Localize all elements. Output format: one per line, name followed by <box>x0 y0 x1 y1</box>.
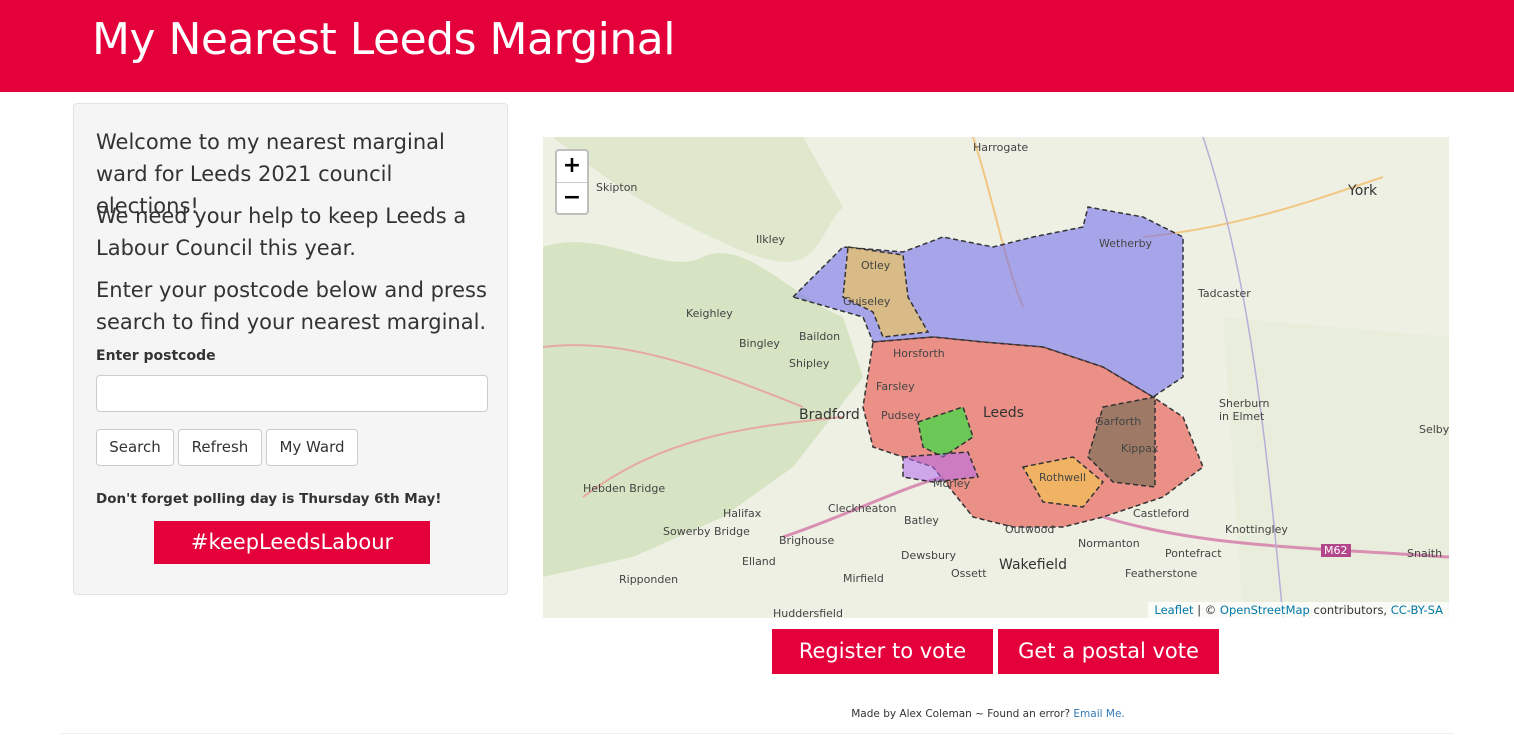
ward-map[interactable]: Harrogate Skipton York Ilkley Wetherby O… <box>543 137 1449 618</box>
instructions-text: Enter your postcode below and press sear… <box>96 278 487 334</box>
postcode-label: Enter postcode <box>96 348 216 364</box>
map-label: Bingley <box>739 337 780 350</box>
attribution-separator: | © <box>1193 603 1220 617</box>
map-label: Ripponden <box>619 573 679 586</box>
email-link[interactable]: Email Me. <box>1073 708 1124 720</box>
map-label: Featherstone <box>1125 567 1198 580</box>
polling-day-notice: Don't forget polling day is Thursday 6th… <box>96 491 442 507</box>
leaflet-link[interactable]: Leaflet <box>1154 603 1193 617</box>
map-label: Outwood <box>1005 523 1055 536</box>
search-panel: Welcome to my nearest marginal ward for … <box>73 103 508 595</box>
map-label: Pontefract <box>1165 547 1222 560</box>
map-label: Horsforth <box>893 347 945 360</box>
map-label: Otley <box>861 259 891 272</box>
footer: Made by Alex Coleman ~ Found an error? E… <box>0 708 1514 720</box>
search-button[interactable]: Search <box>96 429 174 466</box>
map-label: Huddersfield <box>773 607 843 618</box>
map-attribution: Leaflet | © OpenStreetMap contributors, … <box>1148 602 1449 618</box>
map-label: Bradford <box>799 407 860 423</box>
help-text: We need your help to keep Leeds a Labour… <box>96 204 467 260</box>
map-label: Wetherby <box>1099 237 1153 250</box>
footer-text: Made by Alex Coleman ~ Found an error? <box>851 708 1074 720</box>
map-label: Farsley <box>876 380 915 393</box>
map-label: Wakefield <box>999 557 1067 573</box>
postcode-input[interactable] <box>96 375 488 412</box>
map-label: Snaith <box>1407 547 1443 560</box>
zoom-out-button[interactable]: − <box>557 183 587 214</box>
vale-area <box>1223 317 1449 618</box>
map-label: M62 <box>1321 544 1351 557</box>
site-header: My Nearest Leeds Marginal <box>0 0 1514 92</box>
map-label: Selby <box>1419 423 1449 436</box>
map-label: Shipley <box>789 357 830 370</box>
footer-divider <box>60 733 1454 734</box>
map-label: Castleford <box>1133 507 1190 520</box>
map-label: Hebden Bridge <box>583 482 666 495</box>
zoom-in-button[interactable]: + <box>557 151 587 183</box>
map-label: Guiseley <box>843 295 891 308</box>
map-label: Morley <box>933 477 971 490</box>
map-label: Normanton <box>1078 537 1140 550</box>
map-label: Leeds <box>983 405 1024 421</box>
map-label: Knottingley <box>1225 523 1288 536</box>
map-label: Ilkley <box>756 233 786 246</box>
map-label: Halifax <box>723 507 762 520</box>
postal-vote-button[interactable]: Get a postal vote <box>998 629 1219 674</box>
map-label: Kippax <box>1121 442 1159 455</box>
refresh-button[interactable]: Refresh <box>178 429 262 466</box>
map-label: Ossett <box>951 567 987 580</box>
map-label: Garforth <box>1095 415 1142 428</box>
map-label: Brighouse <box>779 534 835 547</box>
map-label: Dewsbury <box>901 549 956 562</box>
page-title: My Nearest Leeds Marginal <box>92 14 675 65</box>
map-label: Keighley <box>686 307 733 320</box>
map-label: York <box>1348 183 1378 199</box>
map-label: Baildon <box>799 330 841 343</box>
map-label: Skipton <box>596 181 638 194</box>
my-ward-button[interactable]: My Ward <box>266 429 358 466</box>
map-label: Batley <box>904 514 939 527</box>
zoom-control: + − <box>555 149 589 215</box>
map-label: Elland <box>742 555 776 568</box>
map-label: Cleckheaton <box>828 502 897 515</box>
register-to-vote-button[interactable]: Register to vote <box>772 629 993 674</box>
attribution-contributors: contributors, <box>1309 603 1391 617</box>
map-label: Rothwell <box>1039 471 1087 484</box>
map-label: Mirfield <box>843 572 884 585</box>
map-label: Harrogate <box>973 141 1029 154</box>
map-tiles <box>543 137 1449 618</box>
map-label: Sowerby Bridge <box>663 525 750 538</box>
license-link[interactable]: CC-BY-SA <box>1391 603 1443 617</box>
map-label: Sherburn in Elmet <box>1219 397 1270 423</box>
osm-link[interactable]: OpenStreetMap <box>1220 603 1310 617</box>
map-label: Pudsey <box>881 409 921 422</box>
map-label: Tadcaster <box>1198 287 1251 300</box>
hashtag-banner[interactable]: #keepLeedsLabour <box>154 521 430 564</box>
